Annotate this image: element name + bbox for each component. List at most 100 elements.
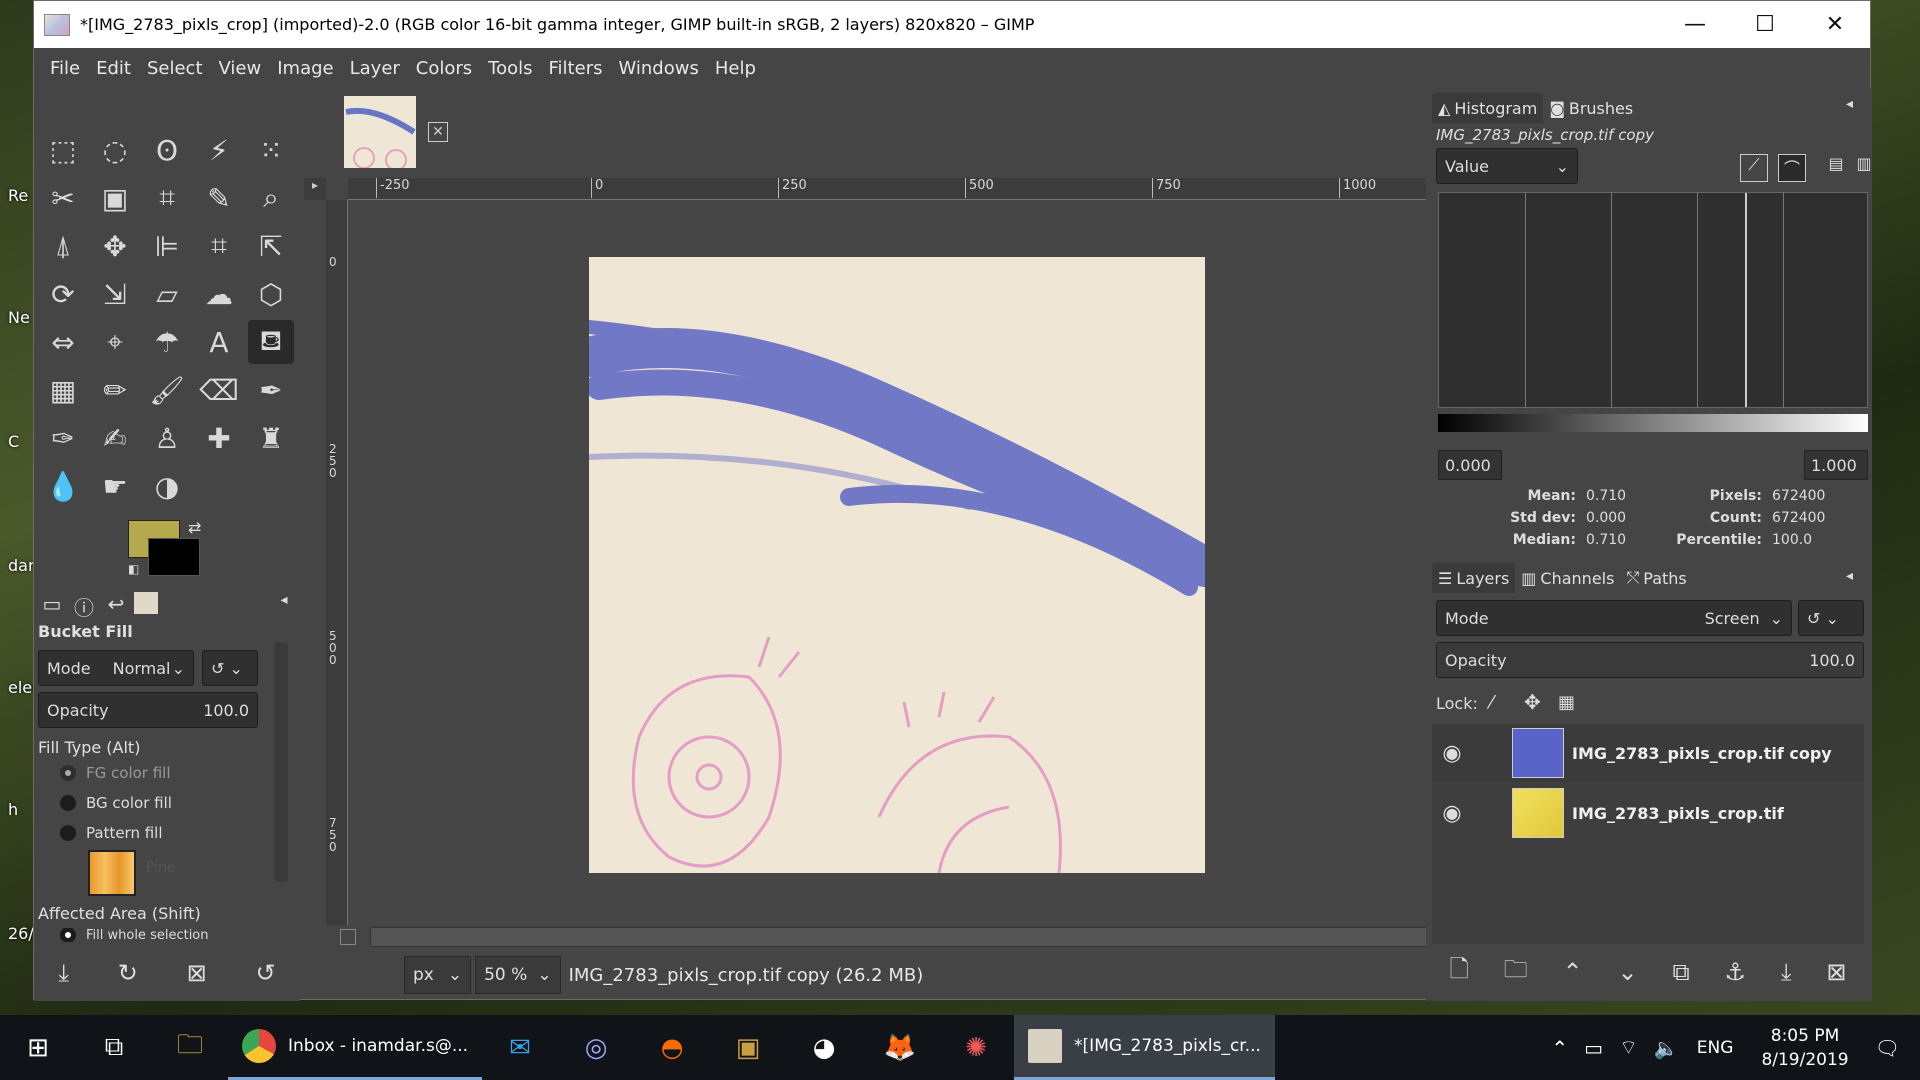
fuzzy-select-tool-icon[interactable]: ⚡	[196, 128, 242, 172]
warp-tool-icon[interactable]: ☁	[196, 272, 242, 316]
tab-histogram[interactable]: ◭ Histogram	[1432, 93, 1544, 123]
aperture-icon[interactable]: ✺	[938, 1015, 1014, 1080]
heal-tool-icon[interactable]: ✚	[196, 416, 242, 460]
layer-mode-select[interactable]: Mode Screen ⌄	[1436, 600, 1792, 636]
menu-image[interactable]: Image	[269, 58, 341, 79]
scale-tool-icon[interactable]: ⇲	[92, 272, 138, 316]
device-status-tab-icon[interactable]: ⓘ	[70, 592, 98, 620]
paths-tool-icon[interactable]: ⌗	[144, 176, 190, 220]
gimp-icon[interactable]: 🦊	[862, 1015, 938, 1080]
layer-mode-reset-button[interactable]: ↺ ⌄	[1798, 600, 1864, 636]
restore-preset-icon[interactable]: ↻	[118, 959, 138, 987]
configure-tab-icon[interactable]: ◂	[1846, 568, 1853, 584]
default-colors-icon[interactable]: ◧	[128, 562, 139, 576]
desktop-label[interactable]: C	[8, 432, 19, 451]
desktop-label[interactable]: 26/	[8, 924, 34, 943]
scissors-tool-icon[interactable]: ✂	[40, 176, 86, 220]
background-color-swatch[interactable]	[148, 538, 200, 576]
desktop-label[interactable]: h	[8, 800, 18, 819]
menu-filters[interactable]: Filters	[541, 58, 611, 79]
unified-transform-tool-icon[interactable]: ⇱	[248, 224, 294, 268]
cage-transform-tool-icon[interactable]: ⌖	[92, 320, 138, 364]
image-tab-thumbnail[interactable]	[344, 96, 416, 168]
crop-tool-icon[interactable]: ⌗	[196, 224, 242, 268]
lock-pixels-icon[interactable]: ⁄	[1490, 692, 1493, 713]
raise-layer-icon[interactable]: ⌃	[1562, 958, 1582, 986]
shear-tool-icon[interactable]: ▱	[144, 272, 190, 316]
maximize-button[interactable]: ☐	[1730, 1, 1800, 48]
mypaint-brush-tool-icon[interactable]: ✍	[92, 416, 138, 460]
file-explorer-icon[interactable]: 🗀	[152, 1015, 228, 1080]
anchor-layer-icon[interactable]: ⚓	[1724, 958, 1746, 986]
tab-channels[interactable]: ▥ Channels	[1515, 563, 1620, 593]
dodge-burn-tool-icon[interactable]: ◑	[144, 464, 190, 508]
battery-icon[interactable]: ▭	[1584, 1036, 1603, 1060]
volume-icon[interactable]: 🔈	[1654, 1036, 1679, 1060]
blur-tool-icon[interactable]: 💧	[40, 464, 86, 508]
mode-reset-button[interactable]: ↺ ⌄	[202, 650, 258, 686]
configure-tab-icon[interactable]: ◂	[1846, 96, 1853, 112]
delete-preset-icon[interactable]: ⊠	[187, 959, 207, 987]
measure-tool-icon[interactable]: ⍋	[40, 224, 86, 268]
eye-icon[interactable]: ◉	[1432, 741, 1472, 766]
gradient-tool-icon[interactable]: ▦	[40, 368, 86, 412]
clock[interactable]: 8:05 PM 8/19/2019	[1761, 1024, 1848, 1072]
app-icon[interactable]: ◎	[558, 1015, 634, 1080]
merge-layer-icon[interactable]: ⤓	[1781, 958, 1792, 986]
taskbar-app-gimp[interactable]: *[IMG_2783_pixls_cr...	[1014, 1015, 1275, 1080]
tab-layers[interactable]: ☰ Layers	[1432, 563, 1516, 593]
eraser-tool-icon[interactable]: ⌫	[196, 368, 242, 412]
taskbar-app-chrome[interactable]: Inbox - inamdar.s@...	[228, 1015, 483, 1080]
log-histogram-icon[interactable]: ⌒	[1778, 154, 1806, 182]
tool-options-tab-icon[interactable]: ▭	[38, 592, 66, 618]
task-view-icon[interactable]: ⧉	[76, 1015, 152, 1080]
rect-select-tool-icon[interactable]: ⬚	[40, 128, 86, 172]
range-low-input[interactable]: 0.000	[1438, 450, 1502, 480]
foreground-select-tool-icon[interactable]: ⁙	[248, 128, 294, 172]
bucket-fill-tool-icon[interactable]: ⛾	[248, 320, 294, 364]
windows-start-icon[interactable]: ⊞	[0, 1015, 76, 1080]
ink-tool-icon[interactable]: ✑	[40, 416, 86, 460]
ellipse-select-tool-icon[interactable]: ◌	[92, 128, 138, 172]
swap-colors-icon[interactable]: ⇄	[188, 518, 201, 537]
layer-opacity-slider[interactable]: Opacity 100.0	[1436, 642, 1864, 678]
histogram-view-icon[interactable]: ▤	[1822, 154, 1850, 182]
pencil-tool-icon[interactable]: ✏	[92, 368, 138, 412]
channel-select[interactable]: Value ⌄	[1436, 148, 1578, 184]
new-layer-icon[interactable]: 🗋	[1449, 952, 1468, 993]
delete-layer-icon[interactable]: ⊠	[1826, 958, 1846, 986]
tab-paths[interactable]: ⤲ Paths	[1620, 563, 1692, 593]
linear-histogram-icon[interactable]: ⟋	[1740, 154, 1768, 182]
desktop-label[interactable]: Re	[8, 186, 28, 205]
app-icon[interactable]: ◓	[634, 1015, 710, 1080]
range-high-input[interactable]: 1.000	[1804, 450, 1868, 480]
bg-color-fill-radio[interactable]: BG color fill	[60, 794, 172, 812]
smudge-tool-icon[interactable]: ☛	[92, 464, 138, 508]
menu-colors[interactable]: Colors	[408, 58, 480, 79]
lock-alpha-icon[interactable]: ▦	[1558, 692, 1575, 713]
lock-position-icon[interactable]: ✥	[1524, 690, 1541, 714]
layer-name[interactable]: IMG_2783_pixls_crop.tif	[1572, 804, 1784, 823]
clone-tool-icon[interactable]: ♙	[144, 416, 190, 460]
text-tool-icon[interactable]: A	[196, 320, 242, 364]
zoom-tool-icon[interactable]: ⌕	[248, 176, 294, 220]
horizontal-scrollbar[interactable]	[370, 927, 1428, 947]
images-tab-icon[interactable]	[134, 592, 158, 614]
duplicate-layer-icon[interactable]: ⧉	[1672, 958, 1689, 986]
layer-row[interactable]: ◉ IMG_2783_pixls_crop.tif copy	[1432, 724, 1864, 782]
desktop-label[interactable]: dar	[8, 556, 35, 575]
lower-layer-icon[interactable]: ⌄	[1617, 958, 1637, 986]
navigate-corner-icon[interactable]	[340, 929, 356, 945]
menu-view[interactable]: View	[211, 58, 270, 79]
menu-help[interactable]: Help	[707, 58, 764, 79]
quick-mask-corner-icon[interactable]: ▸	[304, 178, 326, 200]
save-preset-icon[interactable]: ⤓	[58, 959, 69, 987]
move-tool-icon[interactable]: ✥	[92, 224, 138, 268]
opacity-slider[interactable]: Opacity 100.0	[38, 692, 258, 728]
undo-history-tab-icon[interactable]: ↩	[102, 592, 130, 618]
color-picker-tool-icon[interactable]: ✎	[196, 176, 242, 220]
align-tool-icon[interactable]: ⊫	[144, 224, 190, 268]
title-bar[interactable]: *[IMG_2783_pixls_crop] (imported)-2.0 (R…	[34, 1, 1870, 48]
zoom-select[interactable]: 50 % ⌄	[475, 956, 561, 994]
tab-brushes[interactable]: ◙ Brushes	[1543, 93, 1639, 123]
